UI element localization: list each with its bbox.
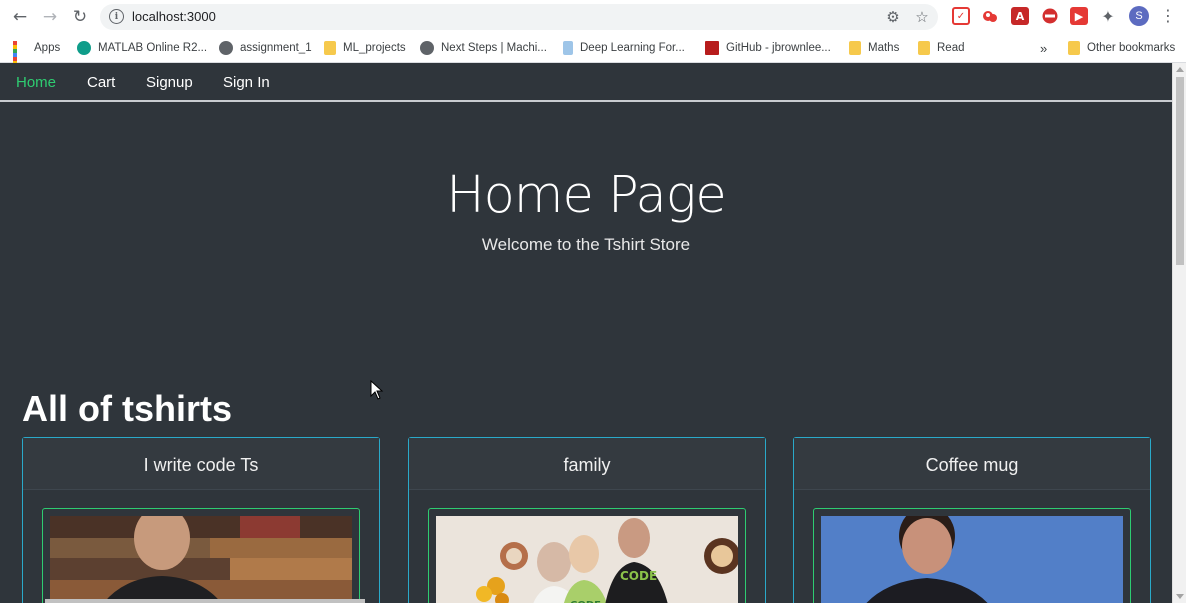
bookmark-maths[interactable]: Maths: [849, 38, 899, 58]
bookmark-next-steps[interactable]: Next Steps | Machi...: [420, 38, 547, 58]
bookmark-read[interactable]: Read: [918, 38, 965, 58]
folder-icon: [849, 41, 861, 55]
product-name: I write code Ts: [23, 438, 379, 490]
nav-signin-link[interactable]: Sign In: [223, 74, 270, 91]
vertical-scrollbar[interactable]: [1172, 63, 1186, 603]
product-image-frame: I write: [42, 508, 360, 603]
reload-icon[interactable]: ↻: [68, 5, 92, 29]
bookmark-deep-learning[interactable]: Deep Learning For...: [563, 38, 685, 58]
folder-icon: [1068, 41, 1080, 55]
nav-cart-link[interactable]: Cart: [87, 74, 115, 91]
bookmark-label: Next Steps | Machi...: [441, 42, 547, 54]
product-image-frame: [813, 508, 1131, 603]
scrollbar-thumb[interactable]: [1176, 77, 1184, 265]
globe-icon: [420, 41, 434, 55]
page-title: Home Page: [446, 166, 727, 225]
globe-icon: [219, 41, 233, 55]
bookmark-label: Maths: [868, 42, 900, 54]
product-card[interactable]: I write code Ts I write: [22, 437, 380, 603]
video-extension-icon[interactable]: ▶: [1070, 7, 1088, 25]
product-image-frame: CODE CODE: [428, 508, 746, 603]
bookmark-apps[interactable]: Apps: [13, 38, 61, 77]
bookmark-label: Deep Learning For...: [580, 42, 685, 54]
page-subtitle: Welcome to the Tshirt Store: [481, 235, 691, 254]
bookmark-other[interactable]: Other bookmarks: [1068, 38, 1175, 58]
pocket-extension-icon[interactable]: ✓: [952, 7, 970, 25]
scroll-up-arrow-icon[interactable]: [1176, 67, 1184, 72]
extensions-puzzle-icon[interactable]: ✦: [1099, 7, 1117, 26]
bookmark-assignment[interactable]: assignment_1: [219, 38, 312, 58]
bookmark-label: MATLAB Online R2...: [98, 42, 208, 54]
bookmark-label: Apps: [34, 42, 61, 54]
nav-home-link[interactable]: Home: [16, 74, 56, 91]
address-bar[interactable]: i localhost:3000 ⚙ ☆: [100, 4, 938, 30]
product-image[interactable]: I write: [50, 516, 352, 603]
svg-text:CODE: CODE: [620, 569, 657, 583]
url-text[interactable]: localhost:3000: [132, 9, 216, 24]
product-card[interactable]: family CODE: [408, 437, 766, 603]
folder-icon: [918, 41, 930, 55]
browser-toolbar: ← → ↻ i localhost:3000 ⚙ ☆ ✓ A ▶ ✦ S ⋮: [0, 0, 1186, 33]
bookmark-label: GitHub - jbrownlee...: [726, 42, 831, 54]
browser-menu-icon[interactable]: ⋮: [1160, 6, 1176, 28]
github-icon: [705, 41, 719, 55]
block-extension-icon[interactable]: [1041, 7, 1059, 25]
product-image[interactable]: CODE CODE: [436, 516, 738, 603]
bookmark-github[interactable]: GitHub - jbrownlee...: [705, 38, 831, 58]
bookmark-label: assignment_1: [240, 42, 312, 54]
translate-icon[interactable]: ⚙: [884, 8, 902, 26]
folder-icon: [324, 41, 336, 55]
product-card[interactable]: Coffee mug: [793, 437, 1151, 603]
profile-avatar[interactable]: S: [1129, 6, 1149, 26]
bookmark-ml-projects[interactable]: ML_projects: [324, 38, 406, 58]
apps-grid-icon: [13, 41, 27, 77]
bookmark-label: Other bookmarks: [1087, 42, 1176, 54]
back-arrow-icon[interactable]: ←: [8, 5, 32, 29]
bookmark-matlab[interactable]: MATLAB Online R2...: [77, 38, 207, 58]
product-name: family: [409, 438, 765, 490]
bookmark-label: ML_projects: [343, 42, 406, 54]
pdf-extension-icon[interactable]: A: [1011, 7, 1029, 25]
nav-signup-link[interactable]: Signup: [146, 74, 193, 91]
horizontal-scrollbar-thumb[interactable]: [45, 599, 365, 603]
product-image[interactable]: [821, 516, 1123, 603]
matlab-icon: [77, 41, 91, 55]
scroll-down-arrow-icon[interactable]: [1176, 594, 1184, 599]
products-section-title: All of tshirts: [22, 388, 233, 429]
product-name: Coffee mug: [794, 438, 1150, 490]
web-page: Home Cart Signup Sign In Home Page Welco…: [0, 63, 1172, 603]
cloud-extension-icon[interactable]: [981, 7, 999, 25]
deep-learning-icon: [563, 41, 573, 55]
bookmark-star-icon[interactable]: ☆: [913, 8, 931, 26]
bookmarks-bar: Apps MATLAB Online R2... assignment_1 ML…: [0, 33, 1186, 77]
site-info-icon[interactable]: i: [109, 9, 124, 24]
forward-arrow-icon[interactable]: →: [38, 5, 62, 29]
bookmarks-overflow-button[interactable]: »: [1040, 38, 1047, 58]
bookmark-label: Read: [937, 42, 965, 54]
site-navbar: Home Cart Signup Sign In: [0, 63, 1172, 102]
